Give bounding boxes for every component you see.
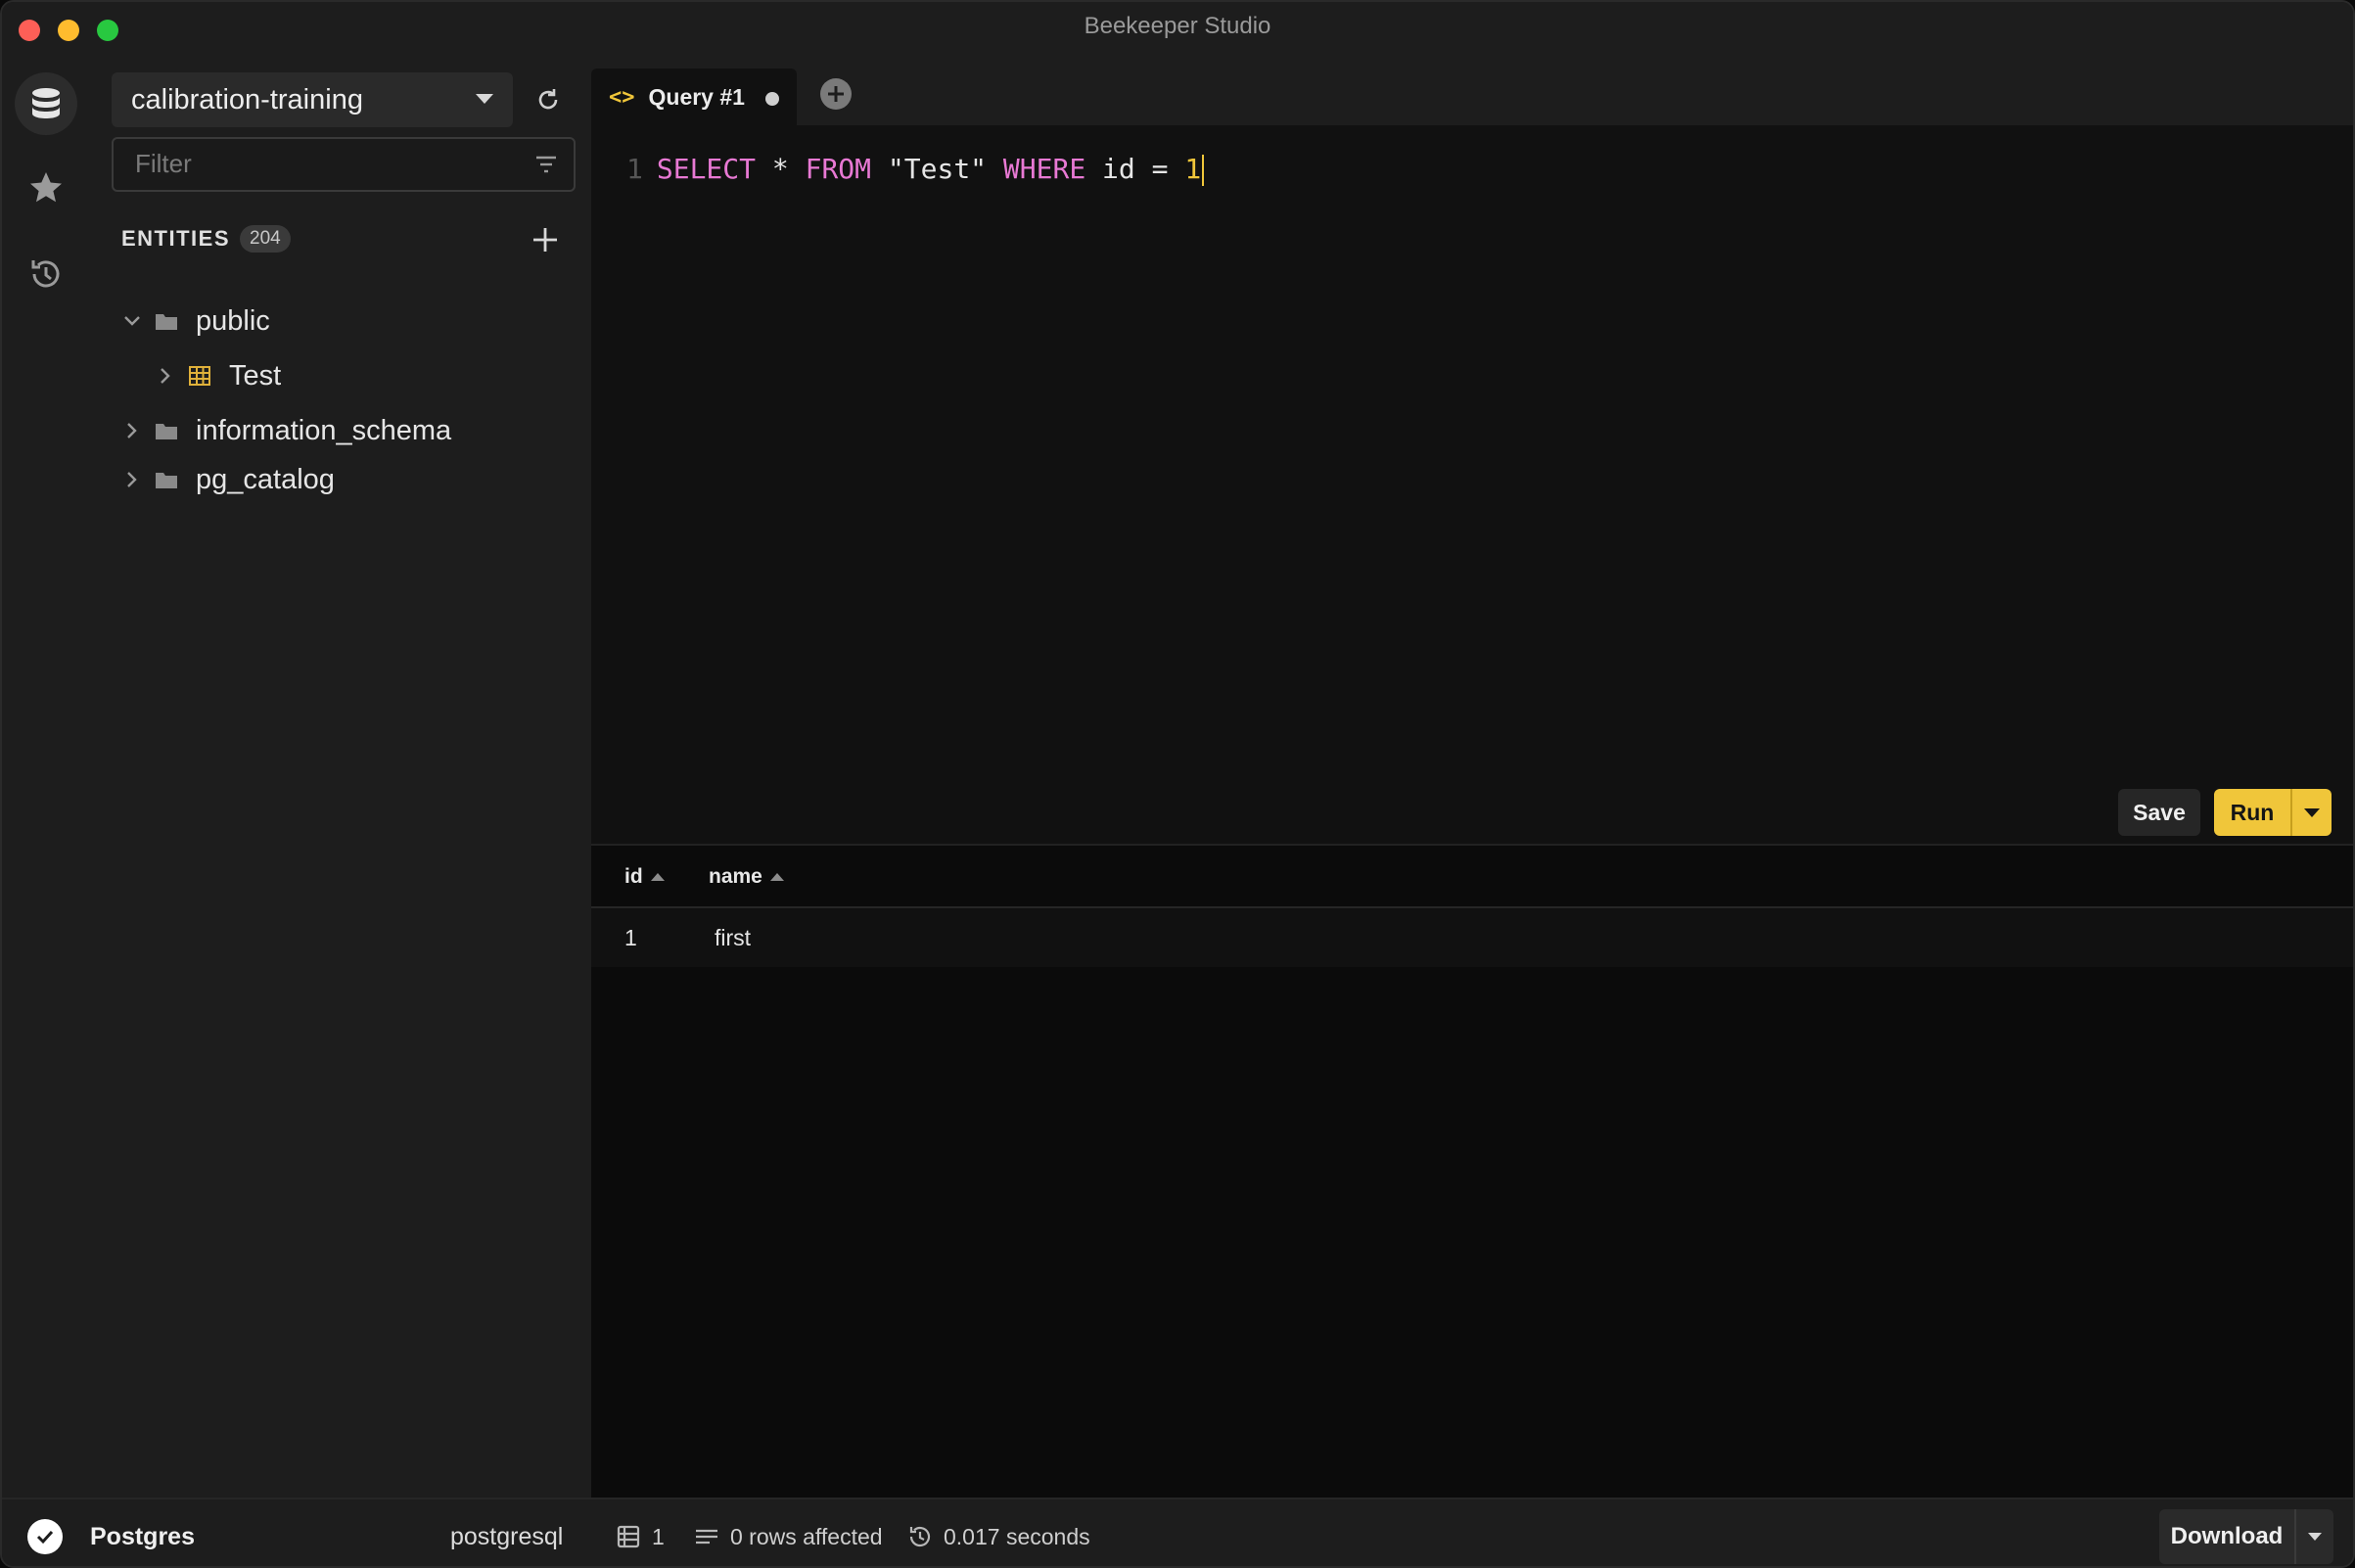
download-button-group: Download <box>2159 1509 2335 1564</box>
connection-name: calibration-training <box>131 83 363 115</box>
window-title: Beekeeper Studio <box>1084 13 1271 39</box>
download-button[interactable]: Download <box>2159 1509 2294 1564</box>
chevron-down-icon <box>476 94 493 104</box>
column-label: name <box>709 865 762 888</box>
code-line[interactable]: 1 SELECT * FROM "Test" WHERE id = 1 <box>626 153 1205 186</box>
chevron-down-icon <box>2308 1533 2322 1541</box>
query-duration: 0.017 seconds <box>906 1523 1090 1550</box>
add-entity-icon[interactable] <box>529 223 562 256</box>
filter-input[interactable] <box>114 139 505 188</box>
rows-affected-text: 0 rows affected <box>730 1523 883 1549</box>
clock-icon <box>909 1526 931 1547</box>
sort-icon[interactable] <box>769 873 784 881</box>
tree-item-test[interactable]: Test <box>153 354 281 397</box>
query-editor[interactable]: 1 SELECT * FROM "Test" WHERE id = 1 Save … <box>591 125 2353 844</box>
code-icon: <> <box>609 84 635 110</box>
check-icon <box>27 1519 63 1554</box>
activity-rail <box>2 51 94 1498</box>
lines-icon <box>696 1529 717 1545</box>
tab-query-1[interactable]: <> Query #1 <box>591 69 797 125</box>
filter-icon[interactable] <box>532 151 560 178</box>
table-cell[interactable]: first <box>715 925 751 951</box>
app-window: Beekeeper Studio calibration-training EN… <box>0 0 2355 1568</box>
filter-field[interactable] <box>112 137 576 192</box>
chevron-right-icon[interactable] <box>153 363 178 389</box>
table-icon <box>189 366 210 386</box>
chevron-down-icon[interactable] <box>119 308 145 334</box>
tab-label: Query #1 <box>648 83 745 110</box>
tree-item-label: public <box>196 304 270 337</box>
keyword-from: FROM <box>805 153 872 185</box>
refresh-button[interactable] <box>521 72 576 127</box>
entities-count-badge: 204 <box>240 225 291 253</box>
results-panel: id name 1 first <box>591 844 2353 1498</box>
connection-status[interactable]: Postgres <box>27 1519 195 1554</box>
folder-icon <box>156 314 177 330</box>
tree-item-label: information_schema <box>196 414 452 446</box>
connection-name: Postgres <box>90 1522 195 1550</box>
refresh-icon <box>538 89 558 110</box>
run-options-button[interactable] <box>2290 789 2332 836</box>
download-options-button[interactable] <box>2294 1509 2333 1564</box>
add-tab-icon[interactable] <box>818 76 854 112</box>
text-cursor <box>1202 155 1205 186</box>
chevron-right-icon[interactable] <box>119 418 145 443</box>
token-value: 1 <box>1184 153 1202 185</box>
sort-icon[interactable] <box>650 873 665 881</box>
rows-icon <box>617 1525 640 1548</box>
run-button-group: Run <box>2214 789 2333 836</box>
column-header-id[interactable]: id <box>624 865 665 889</box>
entities-title: ENTITIES <box>121 226 231 251</box>
tab-bar: <> Query #1 <box>591 51 2353 125</box>
chevron-down-icon <box>2304 807 2320 817</box>
star-icon[interactable] <box>15 157 77 219</box>
chevron-right-icon[interactable] <box>119 467 145 492</box>
column-header-name[interactable]: name <box>709 865 784 889</box>
database-icon[interactable] <box>15 72 77 135</box>
token-condition: id = <box>1085 153 1185 185</box>
status-bar: Postgres postgresql 1 0 rows affected 0.… <box>2 1498 2353 1566</box>
column-label: id <box>624 865 643 888</box>
folder-icon <box>156 424 177 439</box>
history-icon[interactable] <box>15 243 77 305</box>
connection-select[interactable]: calibration-training <box>112 72 513 127</box>
tree-item-public[interactable]: public <box>119 300 270 343</box>
table-cell[interactable]: 1 <box>624 925 637 951</box>
row-count-value: 1 <box>652 1523 665 1549</box>
token-table-name: "Test" <box>871 153 1003 185</box>
keyword-where: WHERE <box>1002 153 1086 185</box>
row-count: 1 <box>615 1523 665 1550</box>
entities-header: ENTITIES 204 <box>121 225 291 253</box>
tree-item-pg-catalog[interactable]: pg_catalog <box>119 458 335 501</box>
rows-affected: 0 rows affected <box>693 1523 883 1550</box>
tree-item-label: pg_catalog <box>196 463 335 495</box>
keyword-select: SELECT <box>656 153 757 185</box>
table-row[interactable]: 1 first <box>591 908 2353 967</box>
results-header: id name <box>591 846 2353 908</box>
query-duration-text: 0.017 seconds <box>944 1523 1090 1549</box>
unsaved-dot-icon[interactable] <box>765 92 779 106</box>
tree-item-information-schema[interactable]: information_schema <box>119 409 451 452</box>
save-button[interactable]: Save <box>2118 789 2200 836</box>
connection-type: postgresql <box>450 1523 564 1550</box>
run-button[interactable]: Run <box>2214 789 2290 836</box>
line-number: 1 <box>626 153 643 185</box>
title-bar: Beekeeper Studio <box>2 2 2353 51</box>
tree-item-label: Test <box>229 359 282 392</box>
token-star: * <box>756 153 806 185</box>
sidebar: calibration-training ENTITIES 204 public… <box>94 51 591 1498</box>
folder-icon <box>156 473 177 488</box>
